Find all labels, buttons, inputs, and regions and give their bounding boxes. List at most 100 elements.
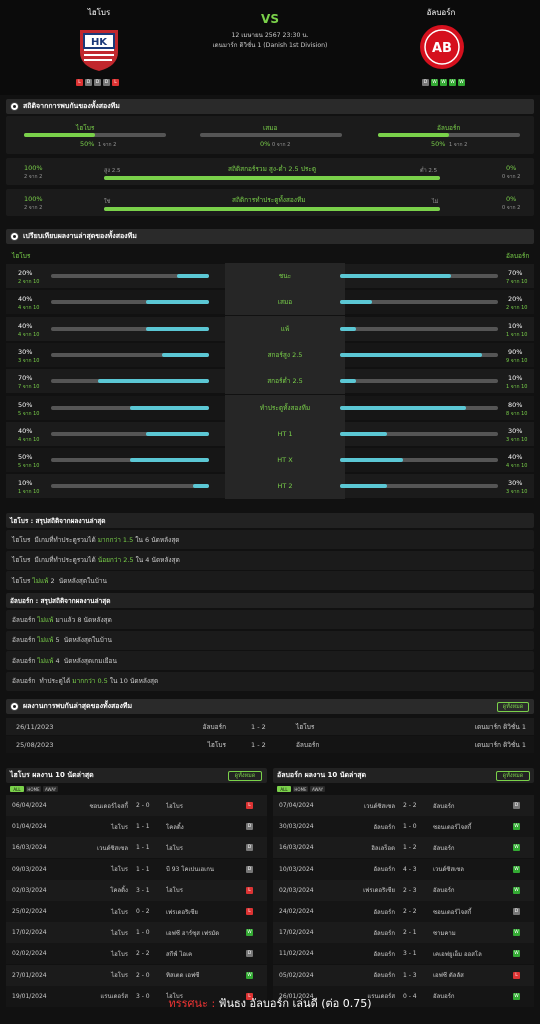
btts-left-sub: 2 จาก 2 <box>24 205 43 211</box>
match-home: เวนด์ซิสเซล <box>97 844 128 852</box>
h2h-home: ไฮโบร <box>207 740 226 749</box>
match-score: 1 - 3 <box>403 971 417 979</box>
compare-label: ชนะ <box>225 263 345 289</box>
right-sub: 1 จาก 10 <box>506 384 528 391</box>
summary-text: ใน 4 นัดหลังสุด <box>133 556 180 564</box>
right-bar-fill <box>340 379 356 384</box>
compare-label: HT 2 <box>225 473 345 500</box>
btts-right-sub: 0 จาก 2 <box>502 205 521 211</box>
summary-text: ไฮโบร มีเกมที่ทำประตูรวมได้ <box>12 556 98 564</box>
summary-text: 5 นัดหลังสุดในบ้าน <box>53 636 112 644</box>
right-pct: 10% <box>508 374 523 383</box>
h2h-row: 26/11/2023 อัลบอร์ก 1 - 2 ไฮโบร เดนมาร์ก ดิว… <box>6 718 534 735</box>
match-score: 1 - 1 <box>136 823 150 831</box>
match-score: 0 - 2 <box>136 908 150 915</box>
summary-highlight: ไม่แพ้ <box>37 656 54 665</box>
right-bar-fill <box>340 274 451 278</box>
over-right-sub: 0 จาก 2 <box>502 174 521 180</box>
right-pct: 40% <box>508 453 523 462</box>
form-badge: L <box>76 79 83 86</box>
right-sub: 1 จาก 10 <box>506 331 528 338</box>
compare-row: 70% 7 จาก 10 สกอร์ต่ำ 2.5 10% 1 จาก 10 <box>6 368 534 395</box>
match-date: 02/03/2024 <box>279 886 314 894</box>
tab-away[interactable]: AWAY <box>310 786 325 792</box>
match-row: 02/03/2024 เฟรเดอริเซีย 2 - 3 อัลบอร์ก W <box>273 879 534 901</box>
football-icon <box>10 702 19 711</box>
match-result-badge: W <box>513 950 520 958</box>
h2h-score: 1 - 2 <box>251 722 266 731</box>
match-score: 2 - 2 <box>403 802 417 809</box>
match-date: 07/04/2024 <box>279 802 314 809</box>
tab-all[interactable]: ALL <box>277 786 291 792</box>
draw-label: เสมอ <box>263 124 278 132</box>
tab-away[interactable]: AWAY <box>43 786 58 792</box>
match-away: เคเอฟยูเอ็ม ออสโล <box>433 950 482 958</box>
compare-row: 20% 2 จาก 10 ชนะ 70% 7 จาก 10 <box>6 263 534 289</box>
prediction-text: ฟันธง อัลบอร์ก เล่นดี (ต่อ 0.75) <box>215 997 372 1010</box>
match-score: 4 - 3 <box>403 865 417 873</box>
tab-all[interactable]: ALL <box>10 786 24 792</box>
away-last-view-all-button[interactable]: ดูทั้งหมด <box>496 771 530 781</box>
right-bar-fill <box>340 326 356 331</box>
right-sub: 3 จาก 10 <box>506 489 528 496</box>
h2h-league: เดนมาร์ก ดิวิชั่น 1 <box>474 740 526 749</box>
left-pct: 70% <box>18 374 33 383</box>
home-win-bar <box>24 133 166 137</box>
match-row: 02/03/2024 โคลดิ้ง 3 - 1 ไฮโบร L <box>6 879 267 901</box>
summary-line: อัลบอร์ก ไม่แพ้ 5 นัดหลังสุดในบ้าน <box>6 630 534 650</box>
match-result-badge: W <box>246 971 253 979</box>
home-last-tabs: ALL HOME AWAY <box>10 786 90 792</box>
form-badge: D <box>85 79 92 86</box>
tab-home[interactable]: HOME <box>293 786 308 792</box>
home-win-sub: 1 จาก 2 <box>98 142 117 148</box>
match-row: 17/02/2024 ไฮโบร 1 - 0 เอฟซี ฮาร์ซุส เฟรมัด… <box>6 922 267 944</box>
over-bar <box>104 176 440 180</box>
right-pct: 30% <box>508 479 523 488</box>
match-result-badge: W <box>246 929 253 937</box>
match-row: 27/01/2024 ไฮโบร 2 - 0 ทิสเตด เอฟซี W <box>6 964 267 986</box>
match-date: 25/02/2024 <box>12 908 47 915</box>
compare-label: เสมอ <box>225 289 345 316</box>
compare-row: 30% 3 จาก 10 สกอร์สูง 2.5 90% 9 จาก 10 <box>6 341 534 368</box>
draw-bar <box>200 133 342 137</box>
match-row: 16/03/2024 เวนด์ซิสเซล 1 - 1 ไฮโบร D <box>6 837 267 859</box>
h2h-away: อัลบอร์ก <box>296 740 320 749</box>
match-home: ไฮโบร <box>111 823 128 831</box>
away-logo-text: AB <box>432 41 452 56</box>
right-bar <box>340 484 498 489</box>
away-summary-title: อัลบอร์ก : สรุปสถิติจากผลงานล่าสุด <box>6 593 534 608</box>
match-home: ฮิลเลร็อด <box>371 844 395 852</box>
form-badge: W <box>449 79 456 86</box>
section-title: ไฮโบร ผลงาน 10 นัดล่าสุด <box>10 771 94 779</box>
match-date: 09/03/2024 <box>12 865 47 873</box>
left-sub: 2 จาก 10 <box>18 279 40 285</box>
left-bar <box>51 274 209 278</box>
away-win-pct: 50% <box>431 140 446 148</box>
match-row: 10/03/2024 อัลบอร์ก 4 - 3 เวนด์ซิสเซล W <box>273 858 534 880</box>
left-pct: 30% <box>18 347 33 356</box>
match-date: 05/02/2024 <box>279 971 314 979</box>
prediction: ทรรศนะ : ฟันธง อัลบอร์ก เล่นดี (ต่อ 0.75… <box>0 994 540 1012</box>
btts-title: สถิติการทำประตูทั้งสองทีม <box>232 196 306 204</box>
h2h-view-all-button[interactable]: ดูทั้งหมด <box>497 702 529 712</box>
right-pct: 10% <box>508 321 523 330</box>
summary-highlight: น้อยกว่า 2.5 <box>97 556 134 564</box>
home-last-view-all-button[interactable]: ดูทั้งหมด <box>228 771 262 781</box>
right-bar <box>340 352 498 357</box>
match-row: 24/02/2024 อัลบอร์ก 2 - 2 ซอนเดอร์ไจสกี้ D <box>273 901 534 922</box>
tab-home[interactable]: HOME <box>26 786 41 792</box>
left-bar <box>51 379 209 384</box>
prediction-label: ทรรศนะ : <box>168 997 216 1010</box>
draw-pct: 0% <box>260 140 271 148</box>
football-icon <box>10 102 19 111</box>
match-score: 2 - 2 <box>136 950 150 958</box>
right-bar <box>340 431 498 436</box>
match-result-badge: W <box>513 929 520 937</box>
left-pct: 20% <box>18 269 33 277</box>
right-pct: 20% <box>508 295 523 304</box>
under-label: ต่ำ 2.5 <box>420 168 438 174</box>
match-away: บี 93 โคเปนเฮเกน <box>166 866 214 874</box>
match-score: 2 - 0 <box>136 971 150 979</box>
match-result-badge: D <box>513 908 520 915</box>
match-result-badge: W <box>513 886 520 894</box>
